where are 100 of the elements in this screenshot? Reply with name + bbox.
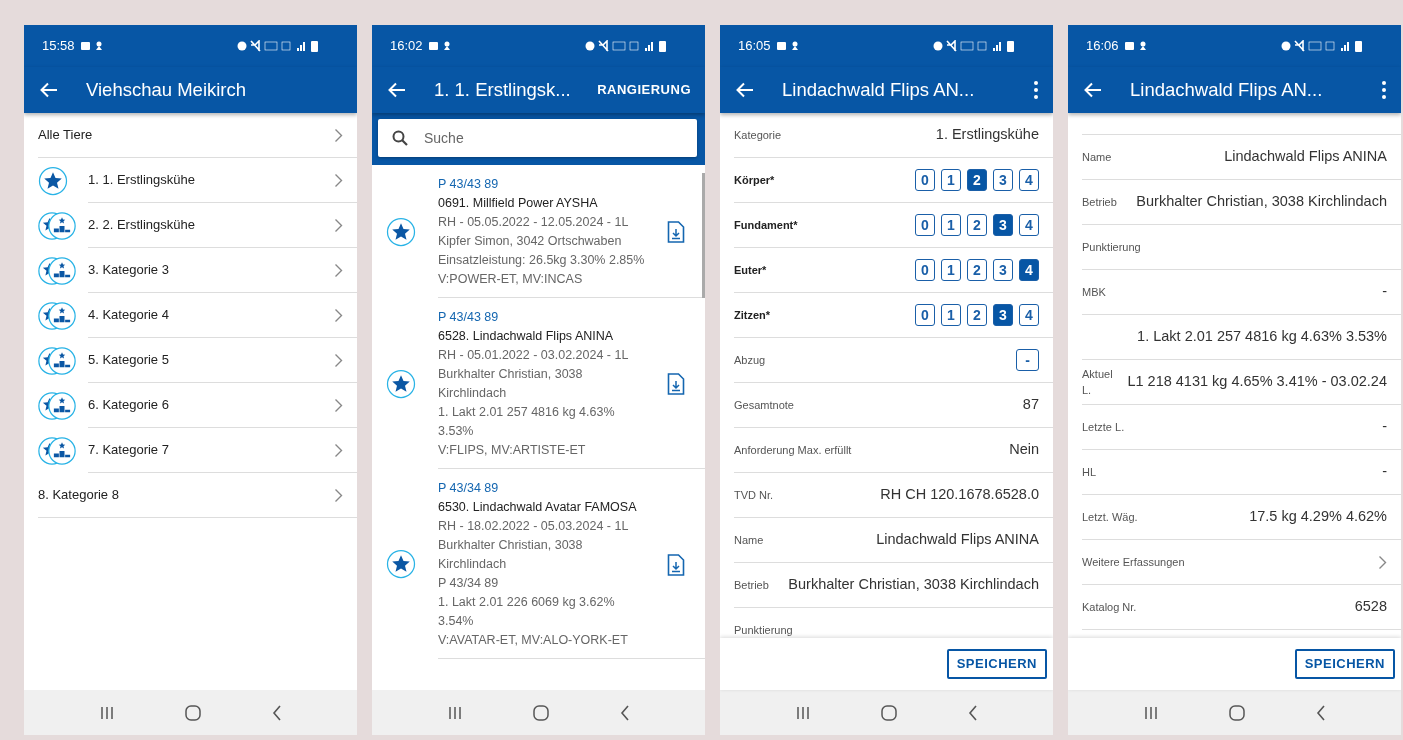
category-label[interactable]: 4. Kategorie 4	[88, 305, 334, 325]
home-icon[interactable]	[880, 704, 897, 721]
score-option[interactable]: 2	[967, 259, 987, 281]
podium-icon	[38, 390, 76, 421]
score-option[interactable]: 3	[993, 304, 1013, 326]
field-label: Fundament*	[734, 217, 798, 233]
download-document-icon[interactable]	[667, 553, 685, 576]
category-label[interactable]: 3. Kategorie 3	[88, 260, 334, 280]
field-value: L1 218 4131 kg 4.65% 3.41% - 03.02.24	[1127, 372, 1387, 392]
field-value: -	[1382, 417, 1387, 437]
home-icon[interactable]	[184, 704, 201, 721]
category-label[interactable]: 5. Kategorie 5	[88, 350, 334, 370]
field-label: Katalog Nr.	[1082, 599, 1137, 615]
score-option[interactable]: 2	[967, 214, 987, 236]
category-label[interactable]: 1. 1. Erstlingskühe	[88, 170, 334, 190]
score-option[interactable]: 0	[915, 169, 935, 191]
podium-icon	[38, 435, 76, 466]
animal-detail: V:AVATAR-ET, MV:ALO-YORK-ET	[438, 632, 629, 649]
chevron-right-icon	[334, 172, 343, 188]
recent-apps-icon[interactable]	[795, 705, 810, 720]
recent-apps-icon[interactable]	[99, 705, 114, 720]
back-icon[interactable]	[1315, 704, 1326, 721]
more-menu-icon[interactable]	[1033, 80, 1039, 100]
download-document-icon[interactable]	[667, 373, 685, 395]
field-label: Zitzen*	[734, 307, 771, 323]
score-option[interactable]: 2	[967, 169, 987, 191]
back-arrow-icon[interactable]	[1084, 82, 1102, 98]
field-value: 1. Lakt 2.01 257 4816 kg 4.63% 3.53%	[1137, 327, 1387, 347]
category-label[interactable]: 2. 2. Erstlingskühe	[88, 215, 334, 235]
status-time: 16:02	[390, 37, 423, 56]
home-icon[interactable]	[532, 704, 549, 721]
field-label: Anforderung Max. erfüllt	[734, 442, 852, 458]
field-label: Letzt. Wäg.	[1082, 509, 1138, 525]
back-icon[interactable]	[271, 704, 282, 721]
scrollbar-thumb[interactable]	[702, 173, 705, 298]
animal-name[interactable]: 6528. Lindachwald Flips ANINA	[438, 327, 653, 346]
back-arrow-icon[interactable]	[388, 82, 406, 98]
score-option[interactable]: 1	[941, 169, 961, 191]
animal-detail: V:POWER-ET, MV:INCAS	[438, 271, 584, 288]
category-label[interactable]: 6. Kategorie 6	[88, 395, 334, 415]
score-option[interactable]: 1	[941, 259, 961, 281]
field-value: Burkhalter Christian, 3038 Kirchlindach	[788, 575, 1039, 595]
score-option[interactable]: 0	[915, 304, 935, 326]
animal-code[interactable]: P 43/43 89	[438, 308, 653, 327]
animal-detail: RH - 18.02.2022 - 05.03.2024 - 1L	[438, 518, 630, 535]
field-value: 6528	[1354, 597, 1387, 617]
animal-detail: Kipfer Simon, 3042 Ortschwaben	[438, 233, 623, 250]
score-option[interactable]: 3	[993, 214, 1013, 236]
field-label: Name	[734, 532, 764, 548]
field-value: Lindachwald Flips ANINA	[876, 530, 1039, 550]
score-option[interactable]: 1	[941, 304, 961, 326]
home-icon[interactable]	[1228, 704, 1245, 721]
chevron-right-icon	[1378, 554, 1387, 570]
animal-name[interactable]: 0691. Millfield Power AYSHA	[438, 194, 653, 213]
search-icon	[392, 130, 408, 146]
score-option[interactable]: 1	[941, 214, 961, 236]
star-circle-icon	[386, 549, 416, 579]
score-option[interactable]: 4	[1019, 169, 1039, 191]
back-arrow-icon[interactable]	[736, 82, 754, 98]
star-circle-icon	[386, 216, 416, 247]
score-option[interactable]: 3	[993, 169, 1013, 191]
screen-title: Lindachwald Flips AN...	[1130, 78, 1324, 103]
ranking-button[interactable]: RANGIERUNG	[597, 80, 691, 100]
chevron-right-icon	[334, 397, 343, 413]
screen-title: Viehschau Meikirch	[86, 78, 248, 103]
field-label: Weitere Erfassungen	[1082, 554, 1185, 570]
score-option[interactable]: 4	[1019, 259, 1039, 281]
more-entries-row[interactable]: Weitere Erfassungen	[1082, 540, 1401, 585]
animal-code[interactable]: P 43/43 89	[438, 175, 653, 194]
category-label[interactable]: 8. Kategorie 8	[38, 485, 334, 505]
chevron-right-icon	[334, 127, 343, 143]
field-value: Nein	[1009, 440, 1039, 460]
field-value: 1. Erstlingskühe	[935, 125, 1039, 145]
status-time: 16:05	[738, 37, 771, 56]
animal-code[interactable]: P 43/34 89	[438, 479, 653, 498]
recent-apps-icon[interactable]	[447, 705, 462, 720]
score-option[interactable]: 4	[1019, 304, 1039, 326]
category-label[interactable]: 7. Kategorie 7	[88, 440, 334, 460]
chevron-right-icon	[334, 487, 343, 503]
animal-name[interactable]: 6530. Lindachwald Avatar FAMOSA	[438, 498, 653, 517]
save-button[interactable]: SPEICHERN	[1294, 649, 1395, 679]
score-option[interactable]: 0	[915, 214, 935, 236]
category-label[interactable]: Alle Tiere	[38, 125, 334, 145]
chevron-right-icon	[334, 307, 343, 323]
score-option[interactable]: 0	[915, 259, 935, 281]
score-option[interactable]: 3	[993, 259, 1013, 281]
score-option[interactable]: 2	[967, 304, 987, 326]
download-document-icon[interactable]	[667, 221, 685, 243]
save-button[interactable]: SPEICHERN	[946, 649, 1047, 679]
deduction-button[interactable]: -	[1016, 349, 1039, 371]
back-icon[interactable]	[619, 704, 630, 721]
recent-apps-icon[interactable]	[1143, 705, 1158, 720]
animal-detail: Einsatzleistung: 26.5kg 3.30% 2.85%	[438, 252, 646, 269]
animal-detail: P 43/34 89	[438, 575, 500, 592]
field-label: Abzug	[734, 352, 766, 368]
more-menu-icon[interactable]	[1381, 80, 1387, 100]
score-option[interactable]: 4	[1019, 214, 1039, 236]
back-icon[interactable]	[967, 704, 978, 721]
search-field[interactable]: Suche	[378, 119, 697, 157]
back-arrow-icon[interactable]	[40, 82, 58, 98]
